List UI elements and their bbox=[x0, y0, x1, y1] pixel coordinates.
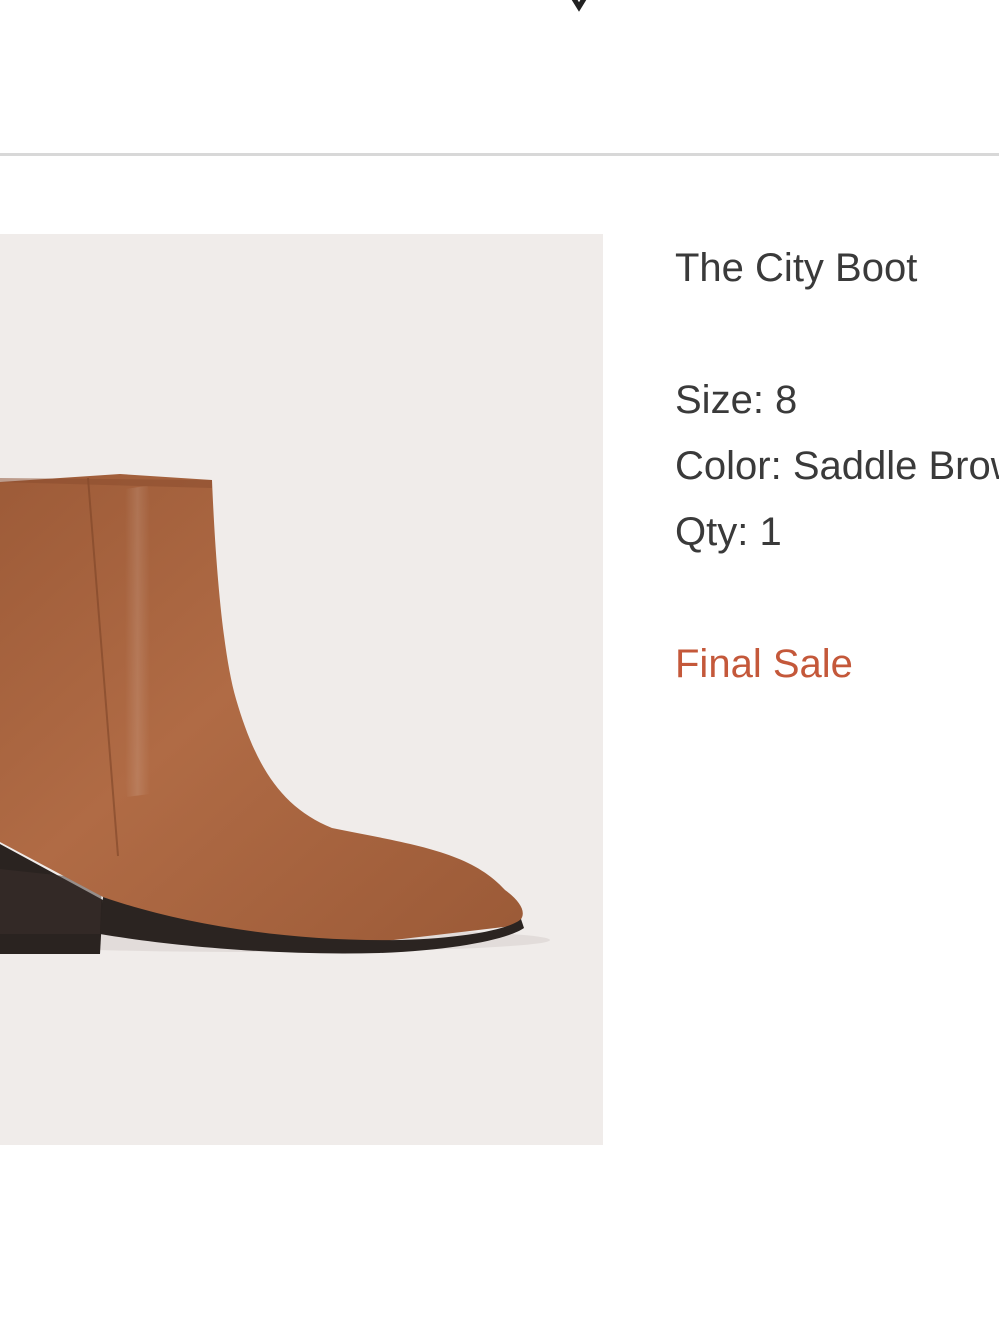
final-sale-label: Final Sale bbox=[675, 642, 853, 686]
product-name[interactable]: The City Boot bbox=[675, 244, 999, 292]
product-image[interactable] bbox=[0, 234, 603, 1145]
boot-illustration bbox=[0, 474, 550, 954]
size-value: Size: 8 bbox=[675, 378, 798, 422]
quantity-value: Qty: 1 bbox=[675, 510, 782, 554]
order-item-details: The City Boot Size: 8 Color: Saddle Brow… bbox=[675, 244, 999, 688]
color-value: Color: Saddle Brown bbox=[675, 444, 999, 488]
section-divider bbox=[0, 153, 999, 156]
page-heading-fragment bbox=[571, 0, 587, 12]
